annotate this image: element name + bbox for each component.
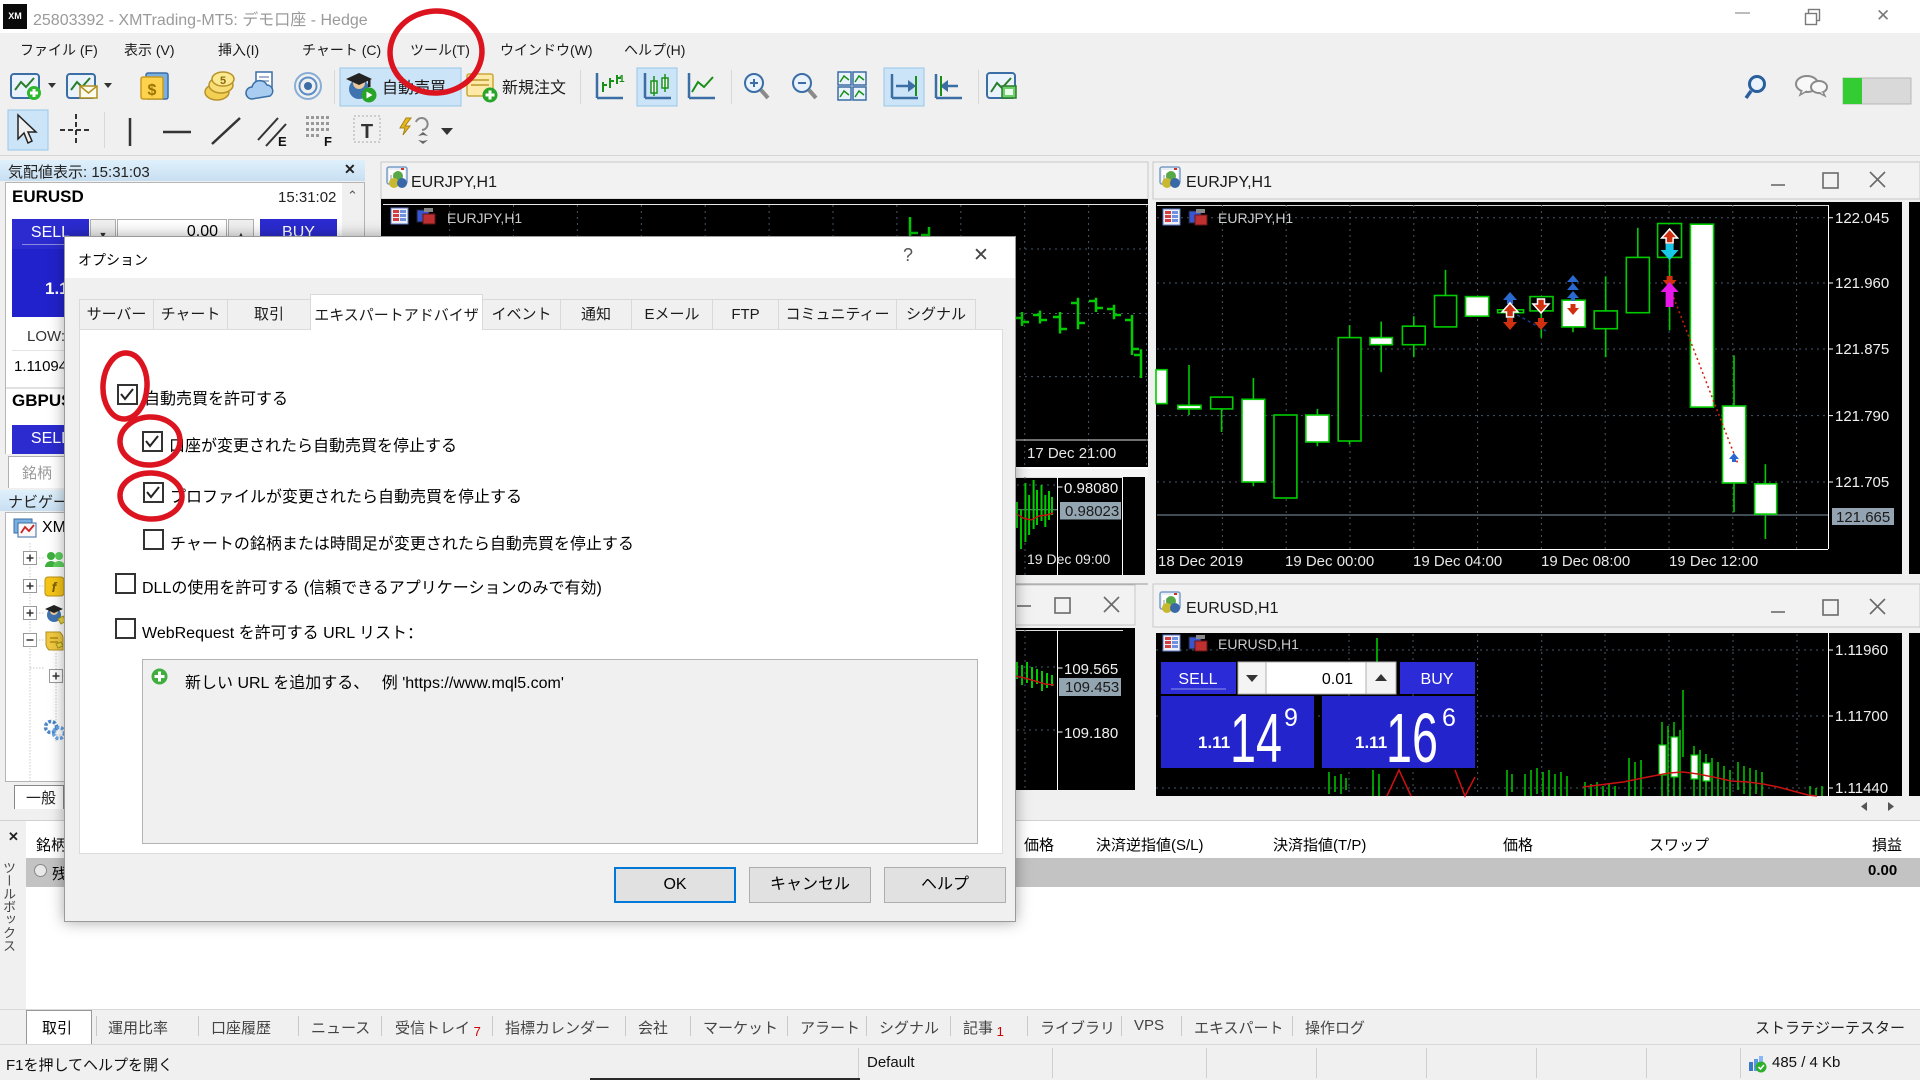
- svg-text:19 Dec 12:00: 19 Dec 12:00: [1669, 553, 1758, 570]
- svg-text:$: $: [148, 82, 157, 99]
- svg-text:19 Dec 08:00: 19 Dec 08:00: [1541, 553, 1630, 570]
- svg-text:1.11700: 1.11700: [1835, 708, 1888, 725]
- svg-text:109.453: 109.453: [1065, 679, 1119, 696]
- svg-text:1.11: 1.11: [1198, 733, 1230, 752]
- svg-text:17 Dec 21:00: 17 Dec 21:00: [1027, 445, 1116, 462]
- svg-text:1.11960: 1.11960: [1835, 642, 1888, 659]
- svg-text:EURJPY,H1: EURJPY,H1: [1186, 174, 1272, 191]
- svg-text:EURUSD,H1: EURUSD,H1: [1186, 600, 1279, 617]
- svg-text:121.790: 121.790: [1835, 408, 1889, 425]
- svg-text:121.875: 121.875: [1835, 341, 1889, 358]
- svg-text:1: 1: [619, 74, 625, 85]
- svg-text:T: T: [361, 121, 373, 143]
- svg-text:121.960: 121.960: [1835, 275, 1889, 292]
- svg-text:121.665: 121.665: [1836, 509, 1890, 526]
- svg-text:自動売買: 自動売買: [382, 79, 446, 97]
- svg-text:BUY: BUY: [1421, 671, 1454, 688]
- svg-text:EURJPY,H1: EURJPY,H1: [1218, 210, 1293, 226]
- svg-text:E: E: [278, 134, 287, 149]
- svg-text:新規注文: 新規注文: [502, 79, 566, 97]
- svg-text:16: 16: [1386, 699, 1438, 777]
- svg-text:121.705: 121.705: [1835, 474, 1889, 491]
- svg-text:122.045: 122.045: [1835, 210, 1889, 227]
- svg-text:0.98023: 0.98023: [1065, 503, 1119, 520]
- svg-text:14: 14: [1230, 699, 1282, 777]
- svg-text:0.01: 0.01: [1322, 671, 1353, 688]
- svg-text:SELL: SELL: [1178, 671, 1217, 688]
- svg-text:5: 5: [220, 75, 226, 87]
- svg-text:19 Dec 04:00: 19 Dec 04:00: [1413, 553, 1502, 570]
- svg-text:19 Dec 00:00: 19 Dec 00:00: [1285, 553, 1374, 570]
- svg-text:19 Dec 09:00: 19 Dec 09:00: [1027, 551, 1110, 567]
- svg-text:EURUSD,H1: EURUSD,H1: [1218, 636, 1299, 652]
- svg-text:9: 9: [1284, 704, 1298, 732]
- svg-text:1.11440: 1.11440: [1835, 780, 1888, 797]
- svg-text:0.98080: 0.98080: [1064, 480, 1118, 497]
- svg-text:109.565: 109.565: [1064, 661, 1118, 678]
- svg-text:EURJPY,H1: EURJPY,H1: [411, 174, 497, 191]
- svg-text:109.180: 109.180: [1064, 725, 1118, 742]
- svg-text:F: F: [324, 134, 332, 149]
- svg-text:6: 6: [1442, 704, 1456, 732]
- svg-text:1.11: 1.11: [1355, 733, 1387, 752]
- svg-text:18 Dec 2019: 18 Dec 2019: [1158, 553, 1243, 570]
- svg-text:EURJPY,H1: EURJPY,H1: [447, 210, 522, 226]
